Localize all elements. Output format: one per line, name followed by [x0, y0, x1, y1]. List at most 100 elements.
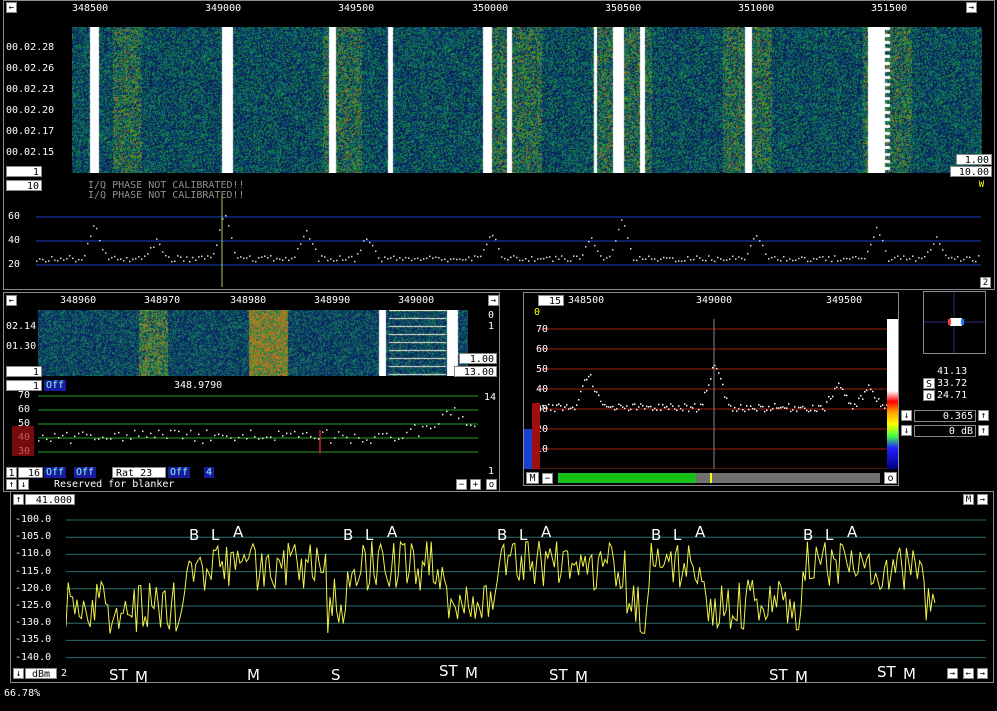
hires-off-b-button[interactable]: Off: [74, 467, 97, 478]
hires-frequency-tick: 348990: [314, 295, 351, 306]
afc-o-button[interactable]: o: [884, 472, 897, 484]
hires-up-button[interactable]: ↑: [6, 479, 17, 490]
hires-ytick: 70: [18, 390, 31, 401]
hires-spectrum-plot[interactable]: [38, 392, 478, 462]
annotation-label: ST: [769, 666, 788, 684]
annotation-letter: B: [343, 526, 354, 544]
hires-frequency-tick: 348960: [60, 295, 97, 306]
hires-speed-field[interactable]: 1.00: [459, 353, 497, 365]
annotation-letter: L: [825, 526, 834, 544]
waterfall-small-field[interactable]: 1: [6, 166, 42, 178]
annotation-letter: B: [497, 526, 508, 544]
hires-off-c-button[interactable]: Off: [168, 467, 191, 478]
wide-spectrum-mode-button[interactable]: 2: [980, 277, 991, 288]
meter-s-label: S: [923, 378, 935, 390]
annotation-letter: B: [189, 526, 200, 544]
hires-frequency-ruler: 348960 348970 348980 348990 349000: [4, 293, 501, 307]
annotation-letter: A: [233, 523, 244, 541]
baseband-nav-right-2[interactable]: →: [977, 668, 988, 679]
waterfall-level-field[interactable]: 10.00: [950, 166, 992, 178]
meter-value-3: 24.71: [937, 390, 968, 401]
coherent-display-window: [923, 291, 986, 354]
waterfall-speed-field[interactable]: 1.00: [956, 154, 992, 166]
meter-value-5: 0 dB: [914, 425, 976, 437]
annotation-label: M: [247, 666, 260, 684]
status-percentage: 66.78%: [4, 688, 41, 699]
hires-small-field[interactable]: 1: [6, 366, 42, 378]
wide-spectrum-ytick: 40: [8, 235, 21, 246]
meter-up-button-2[interactable]: ↑: [978, 425, 989, 436]
baseband-nav-left[interactable]: ←: [963, 668, 974, 679]
afc-spectrum-plot[interactable]: [538, 319, 888, 469]
annotation-label: ST: [439, 662, 458, 680]
annotation-letter: L: [673, 526, 682, 544]
afc-frequency-tick: 349500: [826, 295, 863, 306]
meter-value-1: 41.13: [937, 366, 968, 377]
hires-waterfall[interactable]: [38, 310, 468, 376]
hires-off-button[interactable]: Off: [44, 380, 67, 391]
wide-spectrum-ytick: 20: [8, 259, 21, 270]
main-waterfall[interactable]: [72, 27, 982, 173]
afc-progress-fill: [558, 473, 696, 483]
hires-plus-button[interactable]: +: [470, 479, 481, 490]
annotation-label: ST: [877, 663, 896, 681]
hires-o-button[interactable]: o: [486, 479, 497, 490]
annotation-label: ST: [109, 666, 128, 684]
annotation-label: M: [465, 664, 478, 682]
hires-time-label: 01.30: [6, 341, 37, 352]
meter-down-button-1[interactable]: ↓: [901, 410, 912, 421]
waterfall-time-label: 00.02.20: [6, 105, 55, 116]
hires-level-bar: [12, 426, 34, 456]
hires-frequency-tick: 349000: [398, 295, 435, 306]
color-scale: [887, 319, 898, 469]
hires-time-label: 02.14: [6, 321, 37, 332]
spectrum-average-field[interactable]: 10: [6, 180, 42, 192]
afc-frequency-ruler: 348500 349000 349500: [524, 293, 900, 307]
meter-value-2: 33.72: [937, 378, 968, 389]
afc-m-button[interactable]: M: [526, 472, 539, 484]
hires-off-a-button[interactable]: Off: [44, 467, 67, 478]
hires-level-field[interactable]: 13.00: [454, 366, 497, 378]
baseband-annotations: B L A B L A B L A B L A B L A ST M M S ST M ST M ST M ST M: [11, 492, 995, 686]
afc-frequency-tick: 349000: [696, 295, 733, 306]
hires-d-button[interactable]: 4: [204, 467, 215, 478]
frequency-tick: 349000: [205, 3, 242, 14]
hires-down-button[interactable]: ↓: [18, 479, 29, 490]
annotation-label: M: [135, 668, 148, 686]
hires-frequency-tick: 348970: [144, 295, 181, 306]
hires-center-frequency: 348.9790: [174, 380, 223, 391]
hires-r1: 1: [488, 321, 495, 332]
baseband-nav-right-1[interactable]: →: [947, 668, 958, 679]
marker-w-button[interactable]: W: [976, 179, 987, 190]
annotation-letter: B: [651, 526, 662, 544]
baseband-down-button[interactable]: ↓: [13, 668, 24, 679]
wide-spectrum-ytick: 60: [8, 211, 21, 222]
afc-zero-label: 0: [534, 307, 541, 318]
afc-minus-button[interactable]: −: [542, 473, 553, 484]
annotation-letter: A: [387, 523, 398, 541]
annotation-letter: L: [519, 526, 528, 544]
hires-rat-field[interactable]: Rat 23: [112, 467, 166, 479]
afc-spectrum-window: 15 348500 349000 349500 0 70 60 50 40 30 2…: [523, 292, 899, 486]
waterfall-time-labels: 00.02.28 00.02.26 00.02.23 00.02.20 00.02.17…: [6, 27, 72, 173]
wide-spectrum-plot[interactable]: [36, 195, 981, 287]
hires-right-1: 1: [488, 466, 495, 477]
hires-m3-field[interactable]: 1: [6, 467, 17, 479]
afc-ytick: 70: [536, 324, 549, 335]
annotation-label: M: [903, 665, 916, 683]
afc-level-bar-red: [532, 403, 540, 469]
meter-up-button[interactable]: ↑: [978, 410, 989, 421]
hires-num16-field[interactable]: 16: [18, 467, 43, 479]
baseband-unit-field[interactable]: dBm: [25, 668, 57, 680]
annotation-label: S: [331, 666, 341, 684]
hires-frequency-tick: 348980: [230, 295, 267, 306]
afc-level-bar-blue: [524, 429, 532, 469]
iq-scatter-display: [924, 292, 985, 353]
meter-value-4: 0.365: [914, 410, 976, 422]
meter-down-button-2[interactable]: ↓: [901, 425, 912, 436]
main-waterfall-window: ← → 348500 349000 349500 350000 350500 351000…: [3, 0, 995, 290]
afc-frequency-tick: 348500: [568, 295, 605, 306]
hires-minus-button[interactable]: −: [456, 479, 467, 490]
annotation-label: M: [575, 668, 588, 686]
meter-o-label: o: [923, 390, 935, 402]
